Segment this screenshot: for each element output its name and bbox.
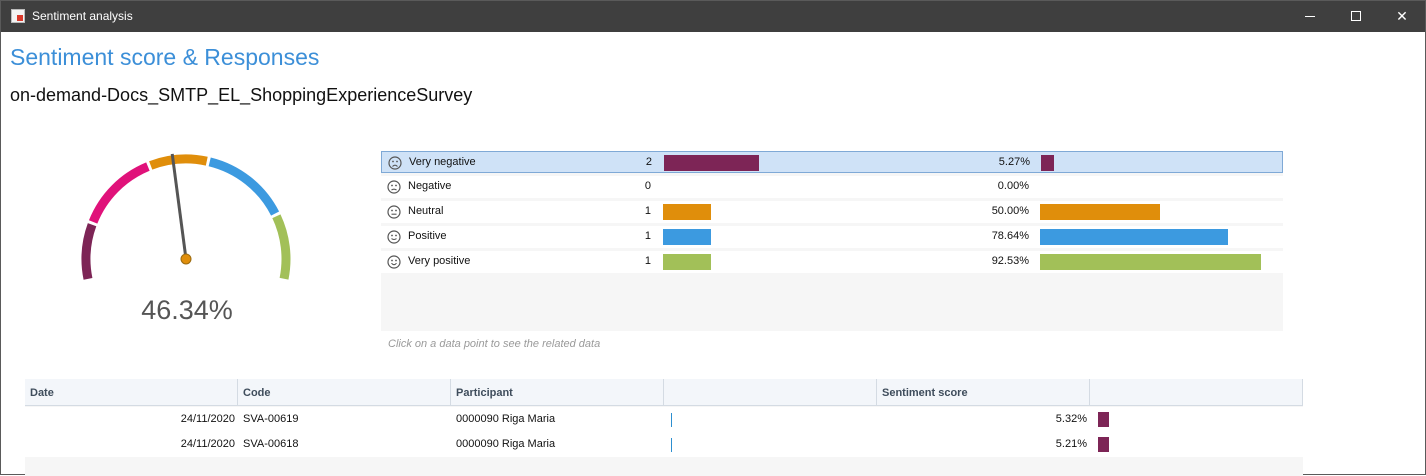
- sentiment-row-positive[interactable]: Positive 1 78.64%: [381, 226, 1283, 248]
- cell-indicator: [671, 413, 672, 427]
- sentiment-row-negative[interactable]: Negative 0 0.00%: [381, 176, 1283, 198]
- sentiment-percent: 5.27%: [998, 156, 1030, 168]
- very-positive-face-icon: [387, 255, 401, 269]
- percent-bar[interactable]: [1040, 229, 1228, 245]
- very-negative-face-icon: [388, 156, 402, 170]
- count-bar[interactable]: [663, 204, 711, 220]
- sentiment-distribution: Very negative 2 5.27% Negative 0 0.00% Neutral…: [381, 151, 1283, 331]
- gauge-needle: [170, 153, 188, 260]
- column-header-date[interactable]: Date: [25, 379, 238, 406]
- sentiment-label: Very negative: [409, 156, 476, 168]
- column-header-sentiment-score[interactable]: Sentiment score: [877, 379, 1090, 406]
- count-bar[interactable]: [663, 254, 711, 270]
- count-bar[interactable]: [663, 229, 711, 245]
- survey-name: on-demand-Docs_SMTP_EL_ShoppingExperienc…: [10, 85, 473, 105]
- gauge-segment-neutral: [149, 154, 208, 170]
- percent-bar[interactable]: [1040, 204, 1160, 220]
- sentiment-label: Positive: [408, 230, 447, 242]
- page-title: Sentiment score & Responses: [10, 44, 320, 70]
- sentiment-label: Negative: [408, 180, 452, 192]
- cell-participant: 0000090 Riga Maria: [456, 413, 556, 425]
- sentiment-percent: 92.53%: [991, 255, 1029, 267]
- cell-date: 24/11/2020: [180, 413, 235, 425]
- sentiment-label: Neutral: [408, 205, 444, 217]
- hint-text: Click on a data point to see the related…: [388, 338, 601, 350]
- percent-bar[interactable]: [1040, 254, 1261, 270]
- cell-participant: 0000090 Riga Maria: [456, 438, 556, 450]
- column-header-participant[interactable]: Participant: [451, 379, 664, 406]
- minimize-icon: [1305, 16, 1315, 17]
- neutral-face-icon: [387, 205, 401, 219]
- cell-date: 24/11/2020: [180, 438, 235, 450]
- gauge-pivot: [180, 253, 192, 265]
- table-row[interactable]: 24/11/2020 SVA-00618 0000090 Riga Maria …: [25, 432, 1303, 457]
- gauge-segment-positive: [208, 157, 280, 216]
- table-row[interactable]: 24/11/2020 SVA-00619 0000090 Riga Maria …: [25, 407, 1303, 432]
- gauge-segment-very-positive: [272, 214, 291, 280]
- sentiment-count: 1: [644, 230, 651, 242]
- maximize-button[interactable]: [1333, 1, 1379, 32]
- cell-code: SVA-00618: [243, 438, 299, 450]
- negative-face-icon: [387, 180, 401, 194]
- responses-table: Date Code Participant Sentiment score 24…: [25, 379, 1303, 476]
- close-button[interactable]: ✕: [1379, 1, 1425, 32]
- sentiment-count: 0: [644, 180, 651, 192]
- column-header-score-bar[interactable]: [1090, 379, 1303, 406]
- sentiment-percent: 0.00%: [997, 180, 1029, 192]
- count-bar[interactable]: [664, 155, 759, 171]
- column-header-blank[interactable]: [664, 379, 877, 406]
- cell-indicator: [671, 438, 672, 452]
- sentiment-row-very-positive[interactable]: Very positive 1 92.53%: [381, 251, 1283, 273]
- close-icon: ✕: [1396, 8, 1408, 24]
- sentiment-label: Very positive: [408, 255, 471, 267]
- sentiment-percent: 78.64%: [991, 230, 1029, 242]
- cell-score-bar: [1098, 437, 1109, 452]
- cell-code: SVA-00619: [243, 413, 299, 425]
- column-header-code[interactable]: Code: [238, 379, 451, 406]
- gauge-segment-very-negative: [81, 223, 97, 280]
- sentiment-percent: 50.00%: [991, 205, 1029, 217]
- title-bar[interactable]: Sentiment analysis ✕: [1, 1, 1425, 32]
- maximize-icon: [1351, 11, 1361, 21]
- sentiment-row-very-negative[interactable]: Very negative 2 5.27%: [381, 151, 1283, 173]
- cell-sentiment-score: 5.21%: [1055, 438, 1087, 450]
- sentiment-count: 1: [644, 255, 651, 267]
- app-icon: [11, 9, 25, 23]
- gauge-segment-negative: [88, 162, 150, 224]
- positive-face-icon: [387, 230, 401, 244]
- sentiment-row-neutral[interactable]: Neutral 1 50.00%: [381, 201, 1283, 223]
- window-title: Sentiment analysis: [32, 9, 133, 23]
- sentiment-count: 2: [645, 156, 652, 168]
- cell-sentiment-score: 5.32%: [1055, 413, 1087, 425]
- sentiment-count: 1: [644, 205, 651, 217]
- minimize-button[interactable]: [1287, 1, 1333, 32]
- gauge-value: 46.34%: [141, 295, 233, 325]
- percent-bar[interactable]: [1041, 155, 1054, 171]
- cell-score-bar: [1098, 412, 1109, 427]
- table-header: Date Code Participant Sentiment score: [25, 379, 1303, 406]
- sentiment-gauge: [81, 153, 291, 280]
- sentiment-window: Sentiment analysis ✕ Sentiment score & R…: [0, 0, 1426, 476]
